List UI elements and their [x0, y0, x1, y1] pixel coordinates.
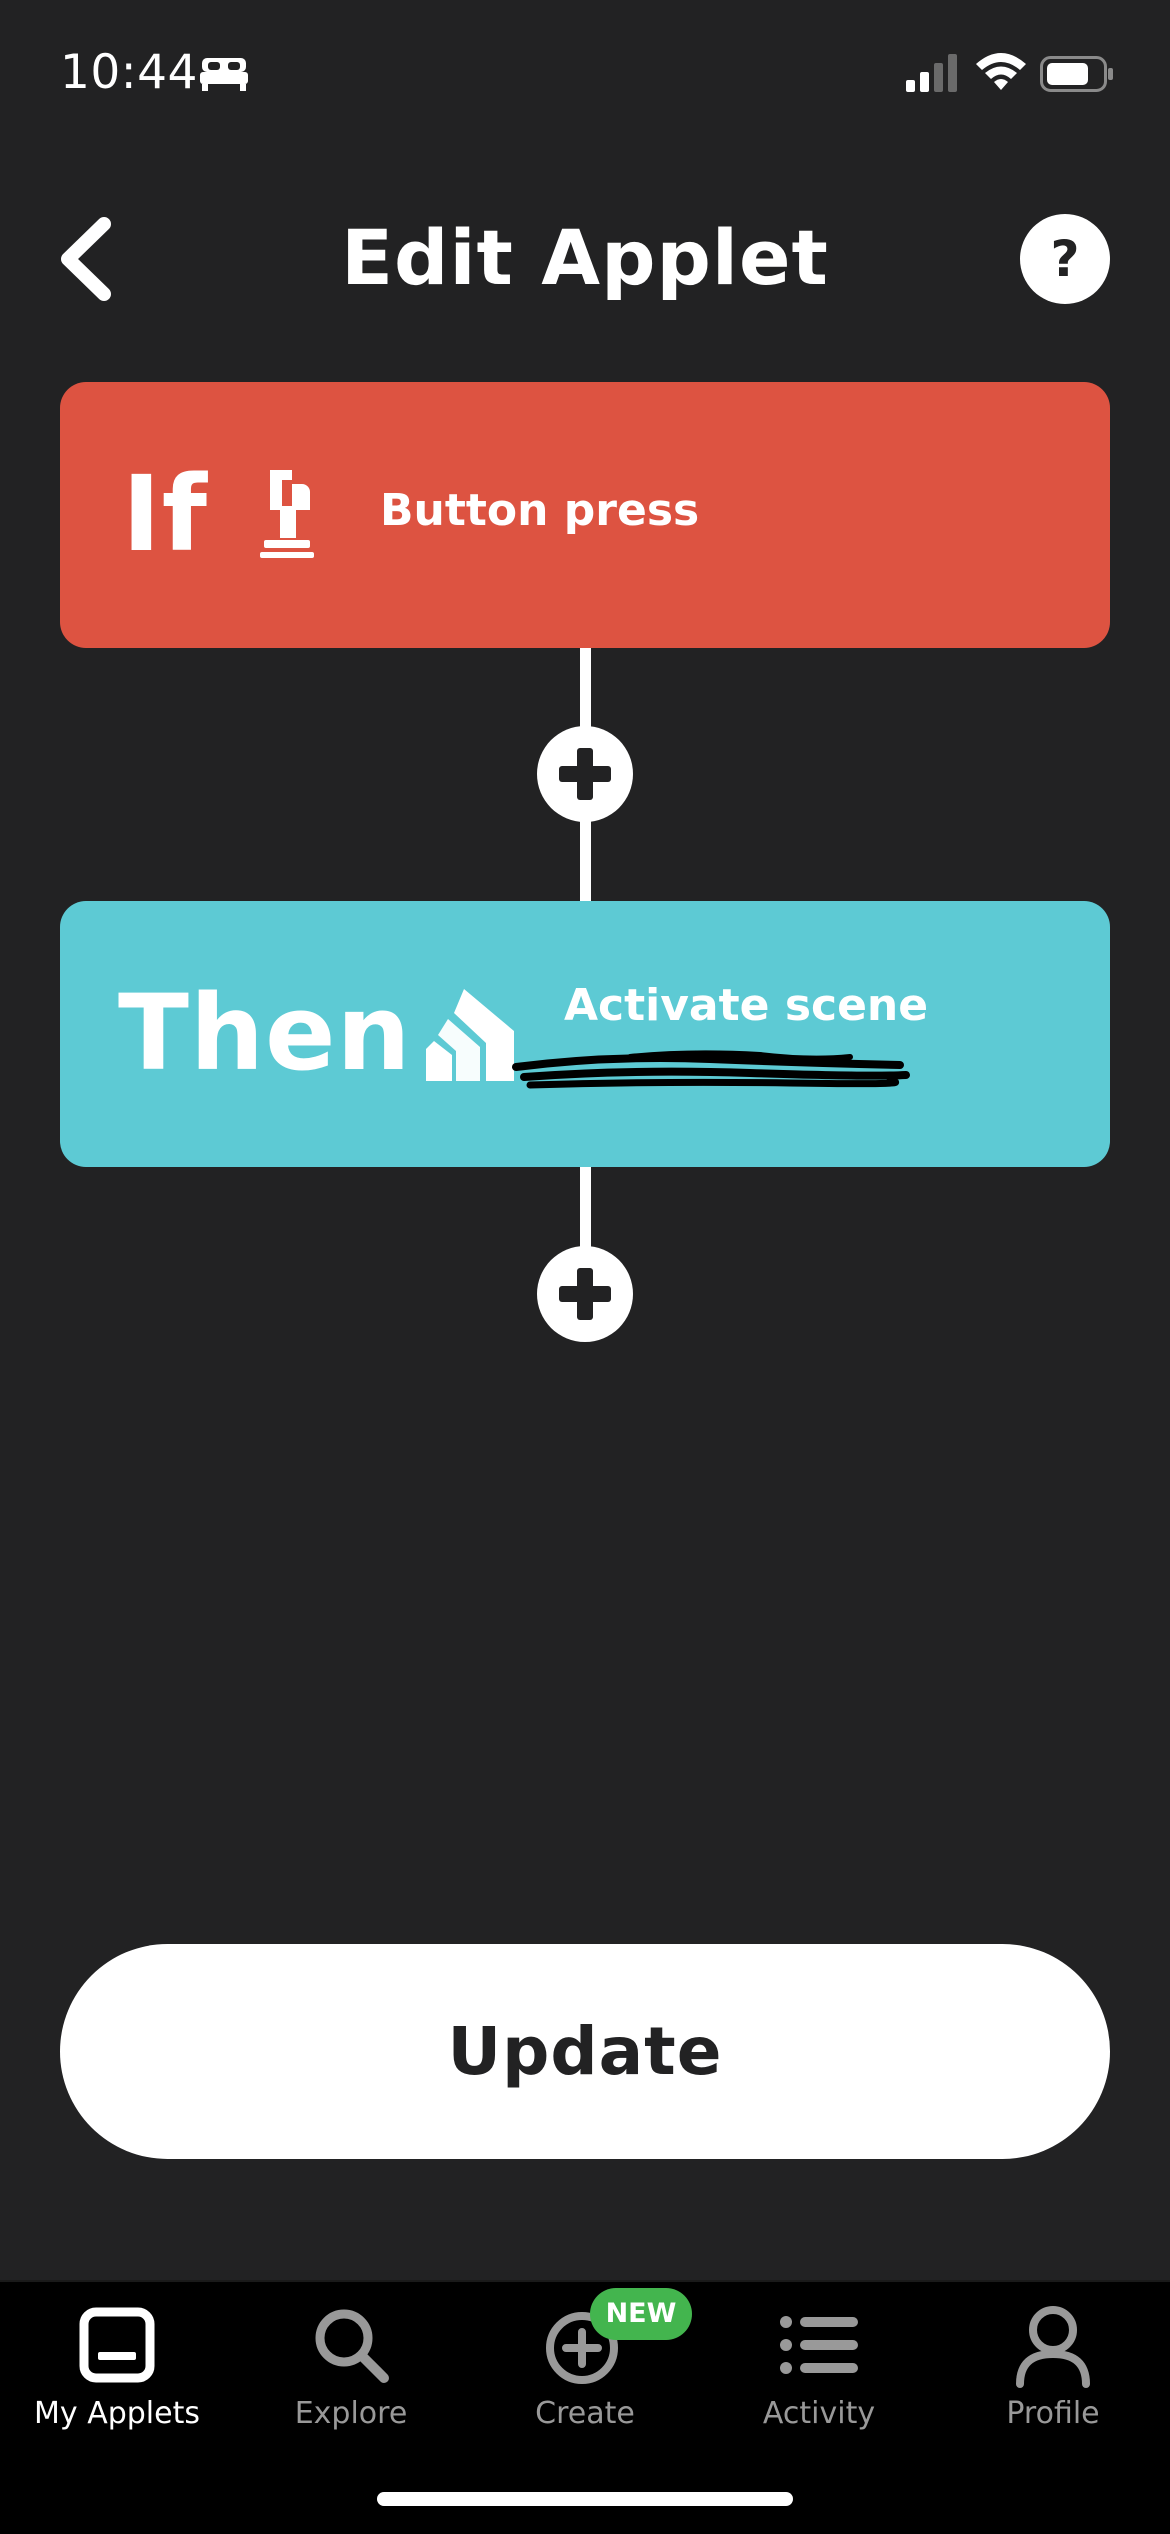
wifi-icon	[976, 53, 1026, 90]
tab-label: My Applets	[34, 2396, 200, 2431]
tab-label: Activity	[762, 2396, 876, 2431]
tab-my-applets[interactable]: My Applets	[0, 2282, 234, 2432]
add-action-button[interactable]	[537, 1246, 633, 1342]
my-applets-icon	[79, 2307, 155, 2383]
tab-explore[interactable]: Explore	[234, 2282, 468, 2432]
search-icon	[315, 2309, 389, 2383]
sleep-focus-icon	[200, 58, 248, 91]
if-keyword: If	[122, 453, 208, 575]
tab-label: Explore	[294, 2396, 408, 2431]
status-time: 10:44	[60, 45, 198, 100]
redaction-scribble	[512, 1050, 910, 1089]
tab-label: Create	[535, 2396, 635, 2431]
update-button[interactable]: Update	[60, 1944, 1110, 2159]
then-keyword: Then	[118, 972, 412, 1094]
new-badge: NEW	[590, 2288, 692, 2340]
tab-profile[interactable]: Profile	[936, 2282, 1170, 2432]
add-step-button[interactable]	[537, 726, 633, 822]
home-service-icon	[426, 989, 514, 1081]
tab-create[interactable]: NEW Create	[468, 2282, 702, 2432]
page-title: Edit Applet	[341, 213, 829, 302]
user-icon	[1016, 2306, 1090, 2388]
cellular-signal-icon	[906, 54, 957, 92]
home-indicator[interactable]	[377, 2492, 793, 2506]
trigger-label: Button press	[380, 485, 700, 536]
action-card[interactable]: Then Activate scene	[60, 901, 1110, 1167]
list-icon	[780, 2316, 858, 2374]
battery-icon	[1040, 56, 1113, 92]
tab-activity[interactable]: Activity	[702, 2282, 936, 2432]
action-label: Activate scene	[564, 980, 929, 1031]
trigger-card[interactable]: If Button press	[60, 382, 1110, 648]
tab-label: Profile	[1006, 2396, 1100, 2431]
help-button[interactable]: ?	[1020, 214, 1110, 304]
button-press-icon	[260, 470, 314, 558]
